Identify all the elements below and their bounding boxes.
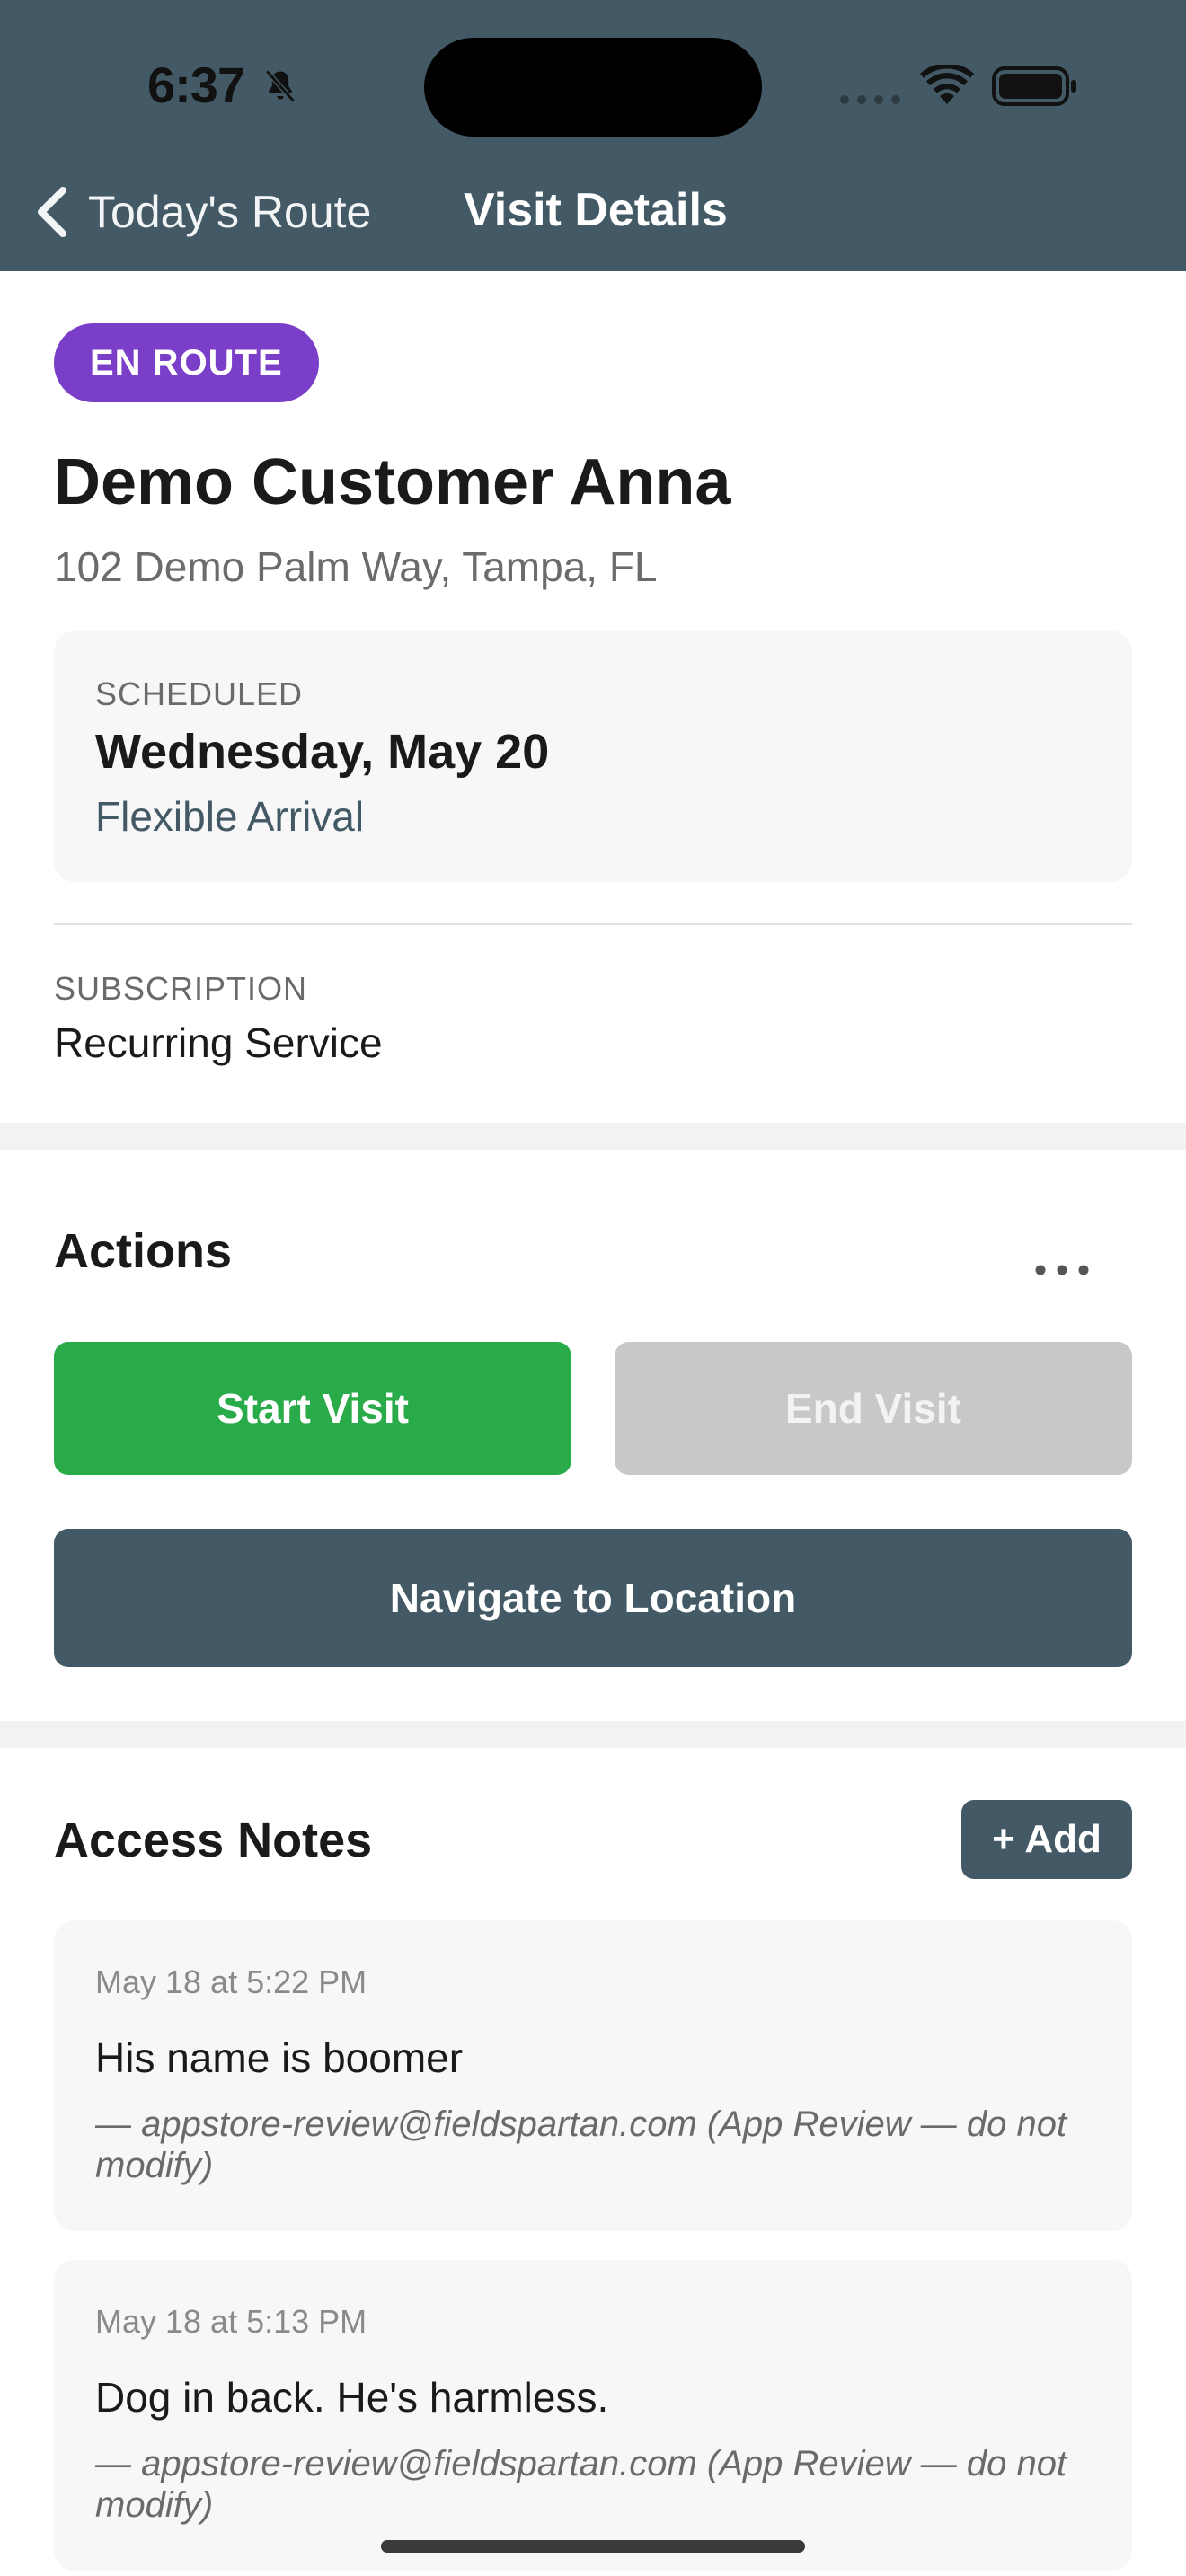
- home-indicator: [381, 2540, 805, 2553]
- start-visit-button[interactable]: Start Visit: [54, 1342, 571, 1475]
- navigate-to-location-button[interactable]: Navigate to Location: [54, 1529, 1132, 1667]
- more-options-icon[interactable]: [1024, 1250, 1100, 1290]
- battery-icon: [992, 66, 1076, 106]
- status-badge: EN ROUTE: [54, 323, 319, 402]
- end-visit-button[interactable]: End Visit: [615, 1342, 1132, 1475]
- chevron-left-icon: [38, 187, 66, 237]
- subscription-value: Recurring Service: [54, 1019, 383, 1066]
- wifi-icon: [920, 65, 974, 104]
- scheduled-date: Wednesday, May 20: [95, 725, 550, 779]
- schedule-card: SCHEDULED Wednesday, May 20 Flexible Arr…: [54, 631, 1132, 882]
- note-date: May 18 at 5:22 PM: [95, 1963, 367, 2000]
- note-card: May 18 at 5:22 PM His name is boomer — a…: [54, 1920, 1132, 2231]
- dynamic-island: [424, 38, 762, 137]
- note-text: His name is boomer: [95, 2034, 464, 2081]
- divider: [54, 923, 1132, 925]
- note-author: — appstore-review@fieldspartan.com (App …: [95, 2104, 1067, 2185]
- page-title: Visit Details: [464, 184, 728, 236]
- back-button[interactable]: Today's Route: [32, 176, 371, 248]
- section-separator: [0, 1721, 1186, 1748]
- customer-name: Demo Customer Anna: [54, 446, 731, 518]
- note-date: May 18 at 5:13 PM: [95, 2303, 367, 2340]
- section-separator: [0, 1123, 1186, 1150]
- note-card: May 18 at 5:13 PM Dog in back. He's harm…: [54, 2260, 1132, 2571]
- status-time: 6:37: [147, 57, 245, 113]
- signal-icon: [840, 95, 900, 104]
- back-label: Today's Route: [88, 187, 372, 237]
- add-note-button[interactable]: + Add: [961, 1800, 1132, 1879]
- actions-heading: Actions: [54, 1224, 233, 1278]
- access-notes-heading: Access Notes: [54, 1813, 373, 1867]
- note-text: Dog in back. He's harmless.: [95, 2374, 609, 2421]
- arrival-window: Flexible Arrival: [95, 793, 365, 840]
- scheduled-label: SCHEDULED: [95, 675, 304, 712]
- top-bar: 6:37 Today's Route Visit Details: [0, 0, 1186, 271]
- subscription-label: SUBSCRIPTION: [54, 970, 308, 1007]
- note-author: — appstore-review@fieldspartan.com (App …: [95, 2444, 1067, 2525]
- bell-muted-icon: [265, 69, 296, 103]
- customer-address: 102 Demo Palm Way, Tampa, FL: [54, 543, 658, 590]
